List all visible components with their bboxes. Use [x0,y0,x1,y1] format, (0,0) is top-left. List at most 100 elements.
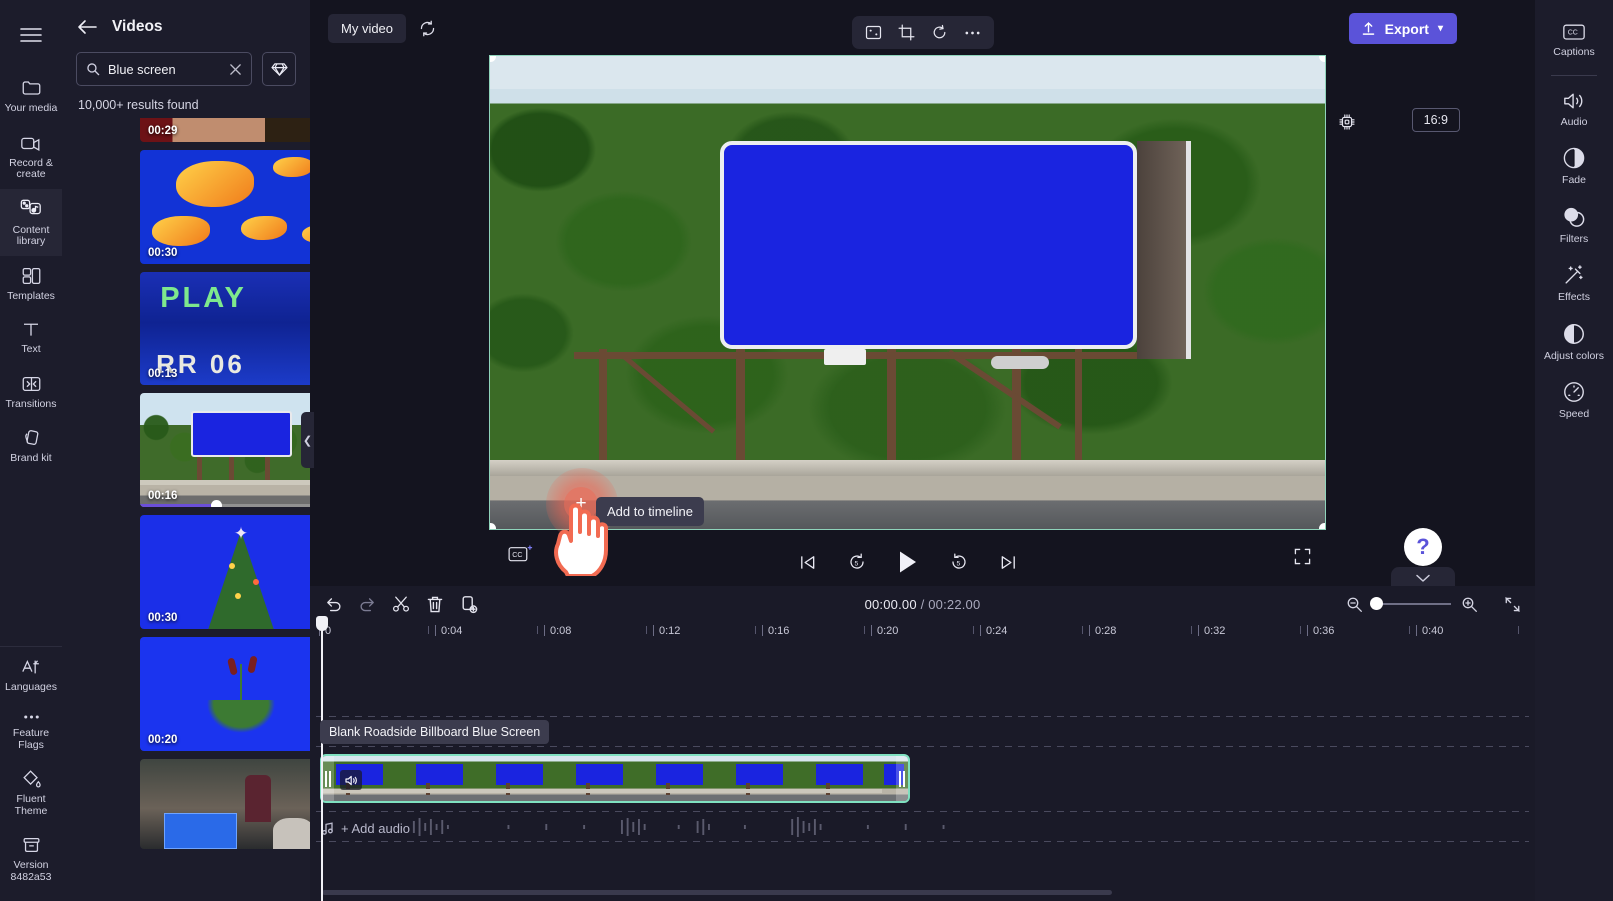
speedometer-icon [1562,380,1586,404]
editor-main: ❮ My video Export ▾ 16:9 CC 5 5 ? 00:00.… [301,0,1535,901]
right-item-speed[interactable]: Speed [1535,370,1613,429]
sidebar-item-label: Content library [12,223,50,247]
ruler-tick: 0:36 [1306,625,1335,637]
ruler-tick: 0:28 [1088,625,1117,637]
clip-trim-handle-right[interactable] [896,756,908,801]
right-item-captions[interactable]: CC Captions [1535,12,1613,67]
ruler-tick: 0:40 [1415,625,1444,637]
thumbnail-list[interactable]: 00:29 00:30 PLAY RR 06 S [62,118,310,901]
ruler-tick: 0:20 [870,625,899,637]
thumbnail-duration: 00:20 [148,734,178,746]
timeline-clip[interactable] [320,754,910,803]
track-divider [316,841,1529,842]
playhead[interactable] [316,616,328,901]
right-item-adjust-colors[interactable]: Adjust colors [1535,312,1613,371]
video-frame-image [490,56,1325,529]
collapse-library-panel-button[interactable]: ❮ [301,412,314,468]
export-button[interactable]: Export ▾ [1348,13,1457,44]
sidebar-item-transitions[interactable]: Transitions [0,364,62,419]
ruler-tick: 0:16 [761,625,790,637]
zoom-slider[interactable] [1370,597,1451,610]
camera-icon [19,132,43,154]
right-item-audio[interactable]: Audio [1535,80,1613,137]
back-arrow-icon[interactable] [76,16,98,38]
list-item[interactable]: PLAY RR 06 S 00:13 [140,272,310,385]
search-input[interactable]: Blue screen [76,52,252,86]
blue-screen-area [719,141,1138,350]
list-item[interactable]: 00:29 [140,118,310,142]
sidebar-item-fluent-theme[interactable]: Fluent Theme [0,759,62,825]
right-item-effects[interactable]: Effects [1535,253,1613,312]
content-library-icon [19,198,43,221]
sidebar-item-templates[interactable]: Templates [0,256,62,311]
results-count: 10,000+ results found [78,98,199,112]
clip-trim-handle-left[interactable] [322,756,334,801]
hamburger-menu-icon[interactable] [11,18,51,52]
split-button[interactable] [384,589,418,619]
skip-to-end-button[interactable] [999,553,1018,572]
skip-to-start-button[interactable] [798,553,817,572]
clip-mute-button[interactable] [340,770,362,790]
search-input-value: Blue screen [108,61,176,77]
more-options-icon[interactable] [959,20,986,46]
sidebar-item-your-media[interactable]: Your media [0,68,62,123]
captions-toggle-button[interactable]: CC [508,544,534,564]
aspect-ratio-badge[interactable]: 16:9 [1411,108,1460,132]
text-icon [20,319,42,340]
undo-button[interactable] [316,589,350,619]
help-button[interactable]: ? [1404,528,1442,566]
effects-wand-icon [1562,263,1586,287]
thumbnail-duration: 00:30 [148,612,178,624]
fullscreen-button[interactable] [1294,548,1311,565]
sidebar-item-label: Fluent Theme [14,793,48,817]
right-item-label: Effects [1558,291,1590,303]
resize-handle-bottom-right[interactable] [1319,523,1325,529]
rewind-5-button[interactable]: 5 [847,552,867,572]
top-toolbar: My video Export ▾ [310,0,1535,56]
rotate-icon[interactable] [926,20,953,46]
right-item-filters[interactable]: Filters [1535,195,1613,254]
redo-button[interactable] [350,589,384,619]
crop-icon[interactable] [893,20,920,46]
sidebar-item-version[interactable]: Version 8482a53 [0,825,62,891]
list-item[interactable]: 00:16 ··· [140,393,310,507]
clear-search-icon[interactable] [229,63,242,76]
play-button[interactable] [897,550,919,574]
premium-filter-button[interactable] [262,52,296,86]
zoom-in-icon[interactable] [1461,596,1478,613]
expand-timeline-icon[interactable] [1504,596,1521,613]
zoom-out-icon[interactable] [1346,596,1363,613]
right-item-label: Speed [1558,408,1590,420]
right-item-fade[interactable]: Fade [1535,136,1613,195]
duplicate-button[interactable] [452,589,486,619]
timeline-ruler[interactable]: 0 0:04 0:08 0:12 0:16 0:20 0:24 0:28 0:3… [316,622,1535,648]
clip-name-tooltip: Blank Roadside Billboard Blue Screen [320,720,550,744]
upload-icon [1361,21,1376,36]
sidebar-item-brand-kit[interactable]: Brand kit [0,418,62,473]
list-item[interactable]: ✦ 00:30 [140,515,310,629]
timeline-horizontal-scrollbar[interactable] [322,890,1112,895]
right-item-label: Adjust colors [1543,349,1605,362]
delete-button[interactable] [418,589,452,619]
total-time: 00:22.00 [928,596,981,612]
gear-icon[interactable] [1337,112,1359,134]
video-preview[interactable] [489,55,1326,530]
project-name-button[interactable]: My video [328,13,407,43]
thumbnail-scrubber[interactable] [140,500,310,507]
list-item[interactable]: 00:30 [140,150,310,264]
forward-5-button[interactable]: 5 [949,552,969,572]
sidebar-item-text[interactable]: Text [0,310,62,364]
fit-to-frame-icon[interactable] [860,20,887,46]
thumbnail-duration: 00:13 [148,368,178,380]
ruler-tick: 0:32 [1197,625,1226,637]
zoom-slider-handle[interactable] [1370,597,1383,610]
sidebar-item-record-create[interactable]: Record & create [0,123,62,189]
list-item[interactable]: 00:20 [140,637,310,751]
thumbnail-duration: 00:29 [148,125,178,137]
transitions-icon [20,373,43,395]
sidebar-item-languages[interactable]: Languages [0,647,62,702]
sidebar-item-feature-flags[interactable]: Feature Flags [0,701,62,759]
list-item[interactable] [140,759,310,849]
sidebar-item-content-library[interactable]: Content library [0,188,62,256]
sync-status-icon[interactable] [418,19,437,38]
